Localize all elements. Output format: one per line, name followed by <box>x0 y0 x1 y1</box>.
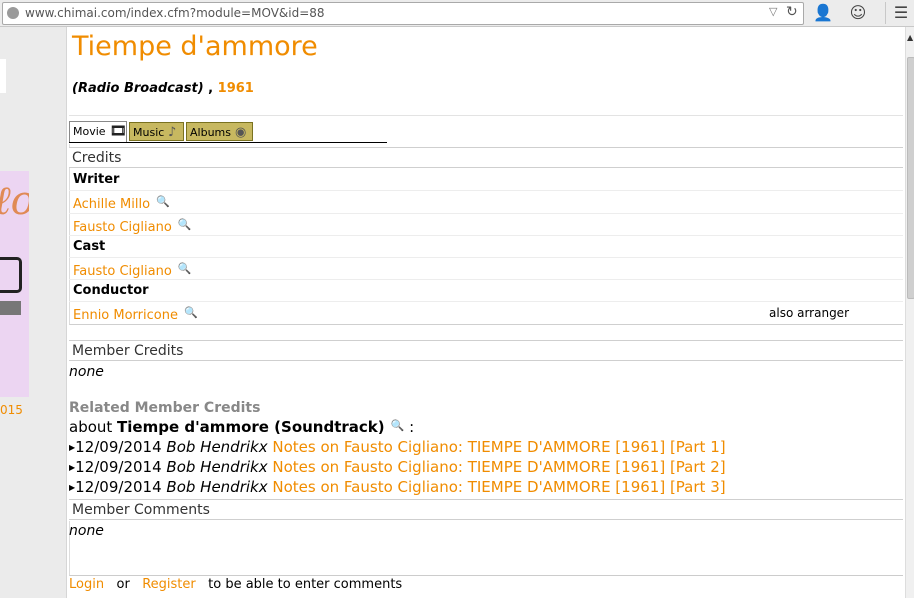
vertical-scrollbar[interactable]: ▲ <box>905 27 914 598</box>
entry-link[interactable]: Notes on Fausto Cigliano: TIEMPE D'AMMOR… <box>272 478 725 496</box>
magnifier-icon[interactable]: 🔍 <box>178 262 192 275</box>
divider <box>69 115 903 116</box>
credit-person-achille-millo[interactable]: Achille Millo 🔍 <box>73 195 170 212</box>
glasses-graphic <box>0 257 22 293</box>
row-divider <box>69 279 903 280</box>
related-about: about Tiempe d'ammore (Soundtrack) 🔍 : <box>69 418 414 436</box>
about-prefix: about <box>69 418 118 436</box>
disc-icon: ◉ <box>235 125 247 140</box>
entry-date: 12/09/2014 <box>75 478 162 496</box>
member-credits-heading: Member Credits <box>69 340 903 361</box>
login-link[interactable]: Login <box>69 577 104 592</box>
release-year-link[interactable]: 1961 <box>218 81 254 96</box>
chat-icon[interactable]: ☺ <box>843 2 873 24</box>
entry-link[interactable]: Notes on Fausto Cigliano: TIEMPE D'AMMOR… <box>272 438 725 456</box>
left-sidebar: ℓo 015 <box>0 27 67 598</box>
register-link[interactable]: Register <box>142 577 196 592</box>
entry-author: Bob Hendrikx <box>166 438 268 456</box>
ad-banner[interactable]: ℓo <box>0 171 29 397</box>
page-subtitle: (Radio Broadcast) , 1961 <box>72 81 254 96</box>
music-note-icon: ♪ <box>168 125 177 140</box>
dropdown-arrow-icon[interactable]: ▽ <box>769 5 777 18</box>
sidebar-year[interactable]: 015 <box>0 403 23 417</box>
subtitle-separator: , <box>203 81 218 96</box>
row-divider <box>69 235 903 236</box>
user-icon[interactable]: 👤 <box>808 2 838 24</box>
tab-movie[interactable]: Movie 🎞 <box>69 121 127 142</box>
tab-bar: Movie 🎞 Music ♪ Albums ◉ <box>69 120 387 143</box>
tab-albums-label: Albums <box>190 126 231 139</box>
tab-music[interactable]: Music ♪ <box>129 122 184 141</box>
row-divider <box>69 190 903 191</box>
film-icon: 🎞 <box>110 124 127 139</box>
magnifier-icon[interactable]: 🔍 <box>391 419 405 432</box>
row-divider <box>69 257 903 258</box>
magnifier-icon[interactable]: 🔍 <box>156 195 170 208</box>
tab-albums[interactable]: Albums ◉ <box>186 122 253 141</box>
reload-icon[interactable]: ↻ <box>786 4 798 20</box>
ad-swirl-graphic: ℓo <box>0 181 29 221</box>
credits-heading: Credits <box>69 147 903 168</box>
person-name[interactable]: Fausto Cigliano <box>73 264 172 279</box>
sidebar-block <box>0 59 6 93</box>
ad-label-bar <box>0 301 21 315</box>
entry-author: Bob Hendrikx <box>166 478 268 496</box>
credit-person-fausto-cigliano[interactable]: Fausto Cigliano 🔍 <box>73 218 191 235</box>
person-name[interactable]: Ennio Morricone <box>73 308 178 323</box>
credit-note: also arranger <box>769 306 849 320</box>
member-comments-heading: Member Comments <box>69 499 903 520</box>
or-text: or <box>116 577 130 592</box>
member-credits-value: none <box>69 364 104 380</box>
related-credits-heading: Related Member Credits <box>69 400 261 416</box>
entry-date: 12/09/2014 <box>75 438 162 456</box>
row-divider <box>69 213 903 214</box>
address-bar[interactable]: www.chimai.com/index.cfm?module=MOV&id=8… <box>2 2 804 25</box>
row-divider <box>69 301 903 302</box>
entry-date: 12/09/2014 <box>75 458 162 476</box>
tab-music-label: Music <box>133 126 165 139</box>
conductor-label: Conductor <box>73 283 149 298</box>
person-name[interactable]: Fausto Cigliano <box>73 220 172 235</box>
comments-panel <box>69 521 903 576</box>
menu-icon[interactable]: ☰ <box>885 2 914 24</box>
entry-author: Bob Hendrikx <box>166 458 268 476</box>
scroll-thumb[interactable] <box>907 57 914 299</box>
broadcast-type: (Radio Broadcast) <box>72 81 204 96</box>
login-prompt: Login or Register to be able to enter co… <box>69 577 402 592</box>
magnifier-icon[interactable]: 🔍 <box>184 306 198 319</box>
related-entry: ▶12/09/2014 Bob Hendrikx Notes on Fausto… <box>69 478 726 496</box>
related-entry: ▶12/09/2014 Bob Hendrikx Notes on Fausto… <box>69 458 726 476</box>
browser-toolbar: www.chimai.com/index.cfm?module=MOV&id=8… <box>0 0 914 27</box>
url-text[interactable]: www.chimai.com/index.cfm?module=MOV&id=8… <box>25 6 325 20</box>
tab-movie-label: Movie <box>73 125 106 138</box>
main-content: Tiempe d'ammore (Radio Broadcast) , 1961… <box>67 27 905 598</box>
page-title: Tiempe d'ammore <box>72 31 318 62</box>
login-tail-text: to be able to enter comments <box>208 577 403 592</box>
member-comments-value: none <box>69 523 104 539</box>
magnifier-icon[interactable]: 🔍 <box>178 218 192 231</box>
writer-label: Writer <box>73 172 120 187</box>
cast-person-fausto-cigliano[interactable]: Fausto Cigliano 🔍 <box>73 262 191 279</box>
scroll-up-icon[interactable]: ▲ <box>907 33 913 42</box>
globe-icon <box>7 7 19 19</box>
cast-label: Cast <box>73 239 106 254</box>
entry-link[interactable]: Notes on Fausto Cigliano: TIEMPE D'AMMOR… <box>272 458 725 476</box>
related-entry: ▶12/09/2014 Bob Hendrikx Notes on Fausto… <box>69 438 726 456</box>
about-suffix: : <box>404 418 415 436</box>
soundtrack-title: Tiempe d'ammore (Soundtrack) <box>117 418 385 436</box>
person-name[interactable]: Achille Millo <box>73 197 150 212</box>
conductor-person-ennio-morricone[interactable]: Ennio Morricone 🔍 <box>73 306 198 323</box>
